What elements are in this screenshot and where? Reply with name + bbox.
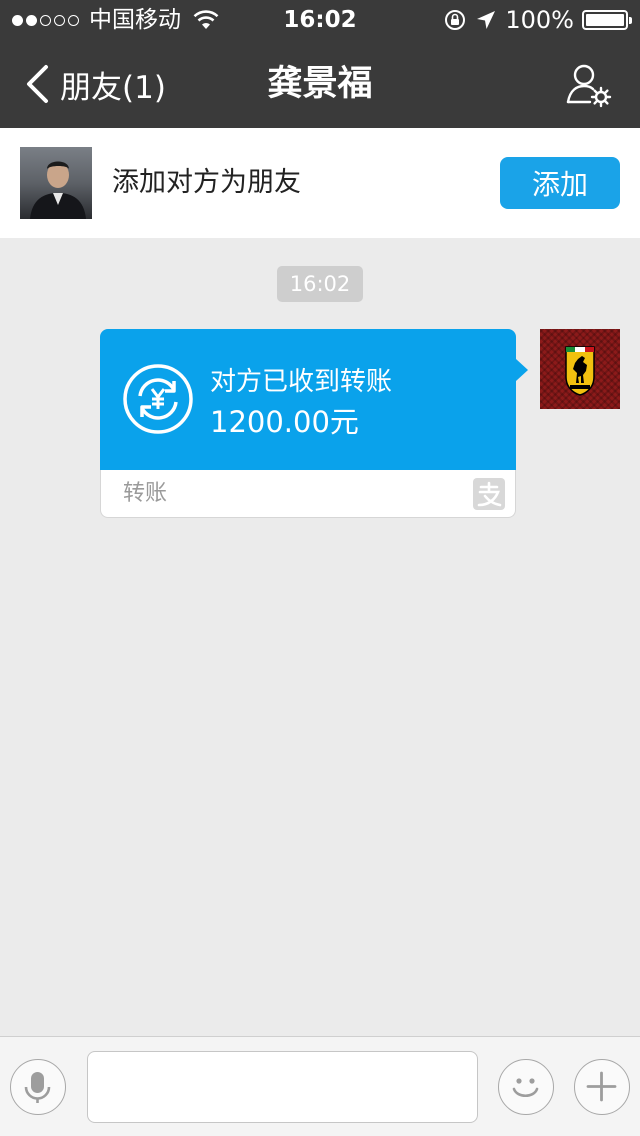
back-label: 朋友(1) — [60, 69, 166, 106]
navigation-bar: 朋友(1) 龚景福 — [0, 40, 640, 128]
status-right: 100% — [443, 0, 632, 40]
back-button[interactable]: 朋友(1) — [24, 40, 166, 128]
message-timestamp: 16:02 — [277, 266, 363, 302]
smiley-icon — [512, 1078, 539, 1098]
microphone-icon — [24, 1072, 51, 1103]
voice-button[interactable] — [10, 1059, 66, 1115]
input-bar — [0, 1036, 640, 1136]
my-avatar[interactable] — [540, 329, 620, 409]
message-input[interactable] — [87, 1051, 478, 1123]
add-friend-button[interactable]: 添加 — [500, 157, 620, 209]
transfer-type-label: 转账 — [123, 481, 168, 506]
plus-icon — [586, 1071, 617, 1102]
transfer-status: 对方已收到转账 — [210, 367, 393, 397]
bubble-tail — [516, 359, 528, 381]
transfer-card-footer: 转账 — [100, 470, 516, 518]
add-friend-banner: 添加对方为朋友 添加 — [0, 128, 640, 238]
transfer-message-card[interactable]: 对方已收到转账 1200.00元 转账 — [100, 329, 528, 519]
battery-level — [586, 14, 624, 26]
more-button[interactable] — [574, 1059, 630, 1115]
add-friend-prompt: 添加对方为朋友 — [112, 167, 301, 198]
alipay-icon — [473, 478, 505, 510]
emoji-button[interactable] — [498, 1059, 554, 1115]
transfer-card-header: 对方已收到转账 1200.00元 — [100, 329, 516, 470]
location-arrow-icon — [477, 11, 496, 29]
battery-percent: 100% — [505, 6, 574, 34]
user-settings-icon[interactable] — [566, 62, 612, 108]
status-bar: 中国移动 16:02 100% — [0, 0, 640, 40]
top-bar: 中国移动 16:02 100% 朋友(1) 龚景福 — [0, 0, 640, 128]
transfer-amount: 1200.00元 — [210, 405, 359, 439]
battery-nub — [629, 17, 632, 24]
chevron-left-icon — [27, 65, 48, 103]
prancing-horse-badge-icon — [565, 346, 595, 396]
yuan-exchange-icon — [123, 364, 193, 434]
person-photo-icon — [30, 161, 86, 219]
rotation-lock-icon — [445, 10, 466, 30]
contact-avatar[interactable] — [20, 147, 92, 219]
battery-icon — [582, 10, 632, 30]
